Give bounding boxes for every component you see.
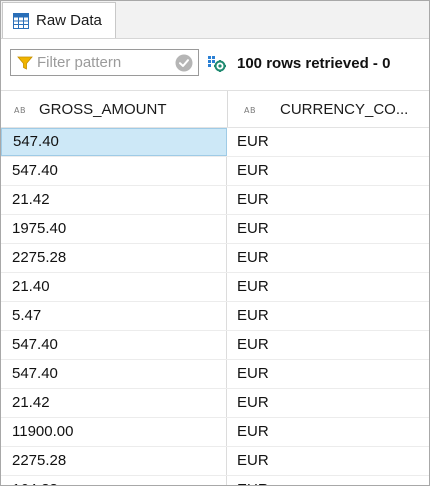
table-icon [13,13,29,29]
cell-currency-code[interactable]: EUR [228,128,429,156]
cell-gross-amount[interactable]: 547.40 [1,157,227,185]
cell-gross-amount[interactable]: 5.47 [1,302,227,330]
table-row[interactable]: 11900.00 EUR [1,418,429,447]
cell-gross-amount[interactable]: 547.40 [1,128,227,156]
cell-gross-amount[interactable]: 2275.28 [1,244,227,272]
cell-gross-amount[interactable]: 164.33 [1,476,227,485]
cell-currency-code[interactable]: EUR [228,215,429,243]
table-row[interactable]: 164.33 EUR [1,476,429,485]
cell-currency-code[interactable]: EUR [228,418,429,446]
table-row[interactable]: 21.40 EUR [1,273,429,302]
table-row[interactable]: 2275.28 EUR [1,244,429,273]
cell-gross-amount[interactable]: 2275.28 [1,447,227,475]
cell-gross-amount[interactable]: 547.40 [1,331,227,359]
tab-raw-data[interactable]: Raw Data [2,2,116,38]
table-row[interactable]: 2275.28 EUR [1,447,429,476]
table-row[interactable]: 547.40 EUR [1,157,429,186]
column-header-currency-code[interactable]: AB CURRENCY_CO... [228,91,429,127]
column-header-gross-amount[interactable]: AB GROSS_AMOUNT [1,91,228,127]
funnel-icon [17,55,33,71]
toolbar: 100 rows retrieved - 0 [1,39,429,91]
column-header-label: GROSS_AMOUNT [39,101,167,118]
cell-currency-code[interactable]: EUR [228,360,429,388]
cell-currency-code[interactable]: EUR [228,157,429,185]
table-row[interactable]: 21.42 EUR [1,389,429,418]
table-row[interactable]: 547.40 EUR [1,331,429,360]
table-row[interactable]: 547.40 EUR [1,128,429,157]
raw-data-panel: Raw Data Filter pattern 100 rows retriev… [0,0,430,486]
string-type-icon: AB [244,106,256,115]
cell-currency-code[interactable]: EUR [228,331,429,359]
results-grid: AB GROSS_AMOUNT AB CURRENCY_CO... 547.40… [1,91,429,485]
cell-currency-code[interactable]: EUR [228,273,429,301]
tab-label: Raw Data [36,12,102,29]
cell-currency-code[interactable]: EUR [228,186,429,214]
table-row[interactable]: 21.42 EUR [1,186,429,215]
filter-input[interactable] [37,52,171,73]
tab-bar: Raw Data [1,1,429,39]
filter-box[interactable] [10,49,199,76]
table-row[interactable]: 547.40 EUR [1,360,429,389]
cell-currency-code[interactable]: EUR [228,476,429,485]
cell-gross-amount[interactable]: 1975.40 [1,215,227,243]
grid-header: AB GROSS_AMOUNT AB CURRENCY_CO... [1,91,429,128]
table-row[interactable]: 5.47 EUR [1,302,429,331]
rows-retrieved-status: 100 rows retrieved - 0 [237,55,391,72]
table-row[interactable]: 1975.40 EUR [1,215,429,244]
cell-currency-code[interactable]: EUR [228,389,429,417]
cell-currency-code[interactable]: EUR [228,244,429,272]
column-header-label: CURRENCY_CO... [280,101,409,118]
cell-currency-code[interactable]: EUR [228,447,429,475]
query-settings-icon[interactable] [207,54,227,74]
cell-gross-amount[interactable]: 21.40 [1,273,227,301]
string-type-icon: AB [14,106,26,115]
cell-gross-amount[interactable]: 11900.00 [1,418,227,446]
clear-filter-icon[interactable] [175,54,193,72]
cell-gross-amount[interactable]: 21.42 [1,389,227,417]
cell-gross-amount[interactable]: 21.42 [1,186,227,214]
cell-gross-amount[interactable]: 547.40 [1,360,227,388]
cell-currency-code[interactable]: EUR [228,302,429,330]
